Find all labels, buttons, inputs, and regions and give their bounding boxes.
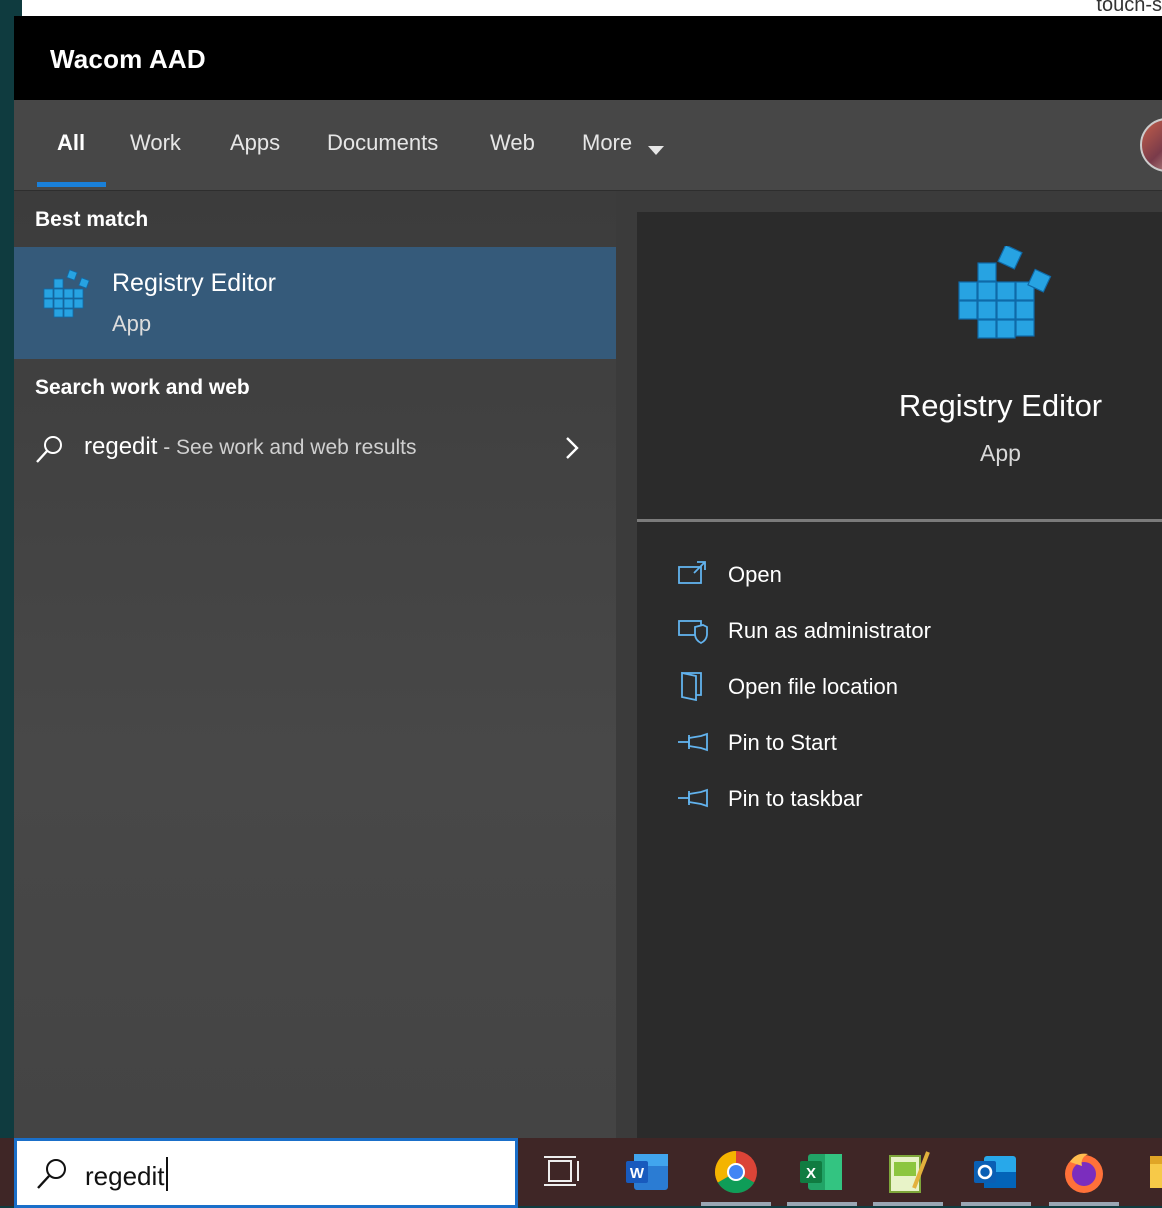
chrome-icon[interactable] bbox=[712, 1148, 760, 1196]
best-match-title: Registry Editor bbox=[112, 269, 276, 297]
results-list: Best match Registry Editor App Search wo… bbox=[14, 191, 616, 1138]
action-pin-to-taskbar-label: Pin to taskbar bbox=[728, 786, 863, 811]
org-title: Wacom AAD bbox=[50, 44, 206, 74]
running-indicator bbox=[787, 1202, 857, 1206]
background-window bbox=[0, 0, 1162, 16]
pin-icon bbox=[678, 732, 708, 752]
chevron-down-icon bbox=[648, 146, 664, 155]
best-match-subtitle: App bbox=[112, 311, 152, 336]
action-pin-to-start[interactable]: Pin to Start bbox=[677, 723, 1137, 763]
running-indicator bbox=[961, 1202, 1031, 1206]
action-run-as-admin[interactable]: Run as administrator bbox=[677, 611, 1137, 651]
notepad-icon[interactable] bbox=[884, 1148, 932, 1196]
preview-pane: Registry Editor App Open Run as administ… bbox=[637, 212, 1162, 1138]
folder-icon bbox=[681, 671, 702, 701]
taskbar-search-box[interactable]: regedit bbox=[14, 1138, 518, 1208]
start-search-panel: Wacom AAD All Work Apps Documents Web Mo… bbox=[14, 16, 1162, 1138]
best-match-label: Best match bbox=[35, 208, 149, 231]
task-view-icon[interactable] bbox=[538, 1148, 586, 1196]
tab-more[interactable]: More bbox=[582, 130, 632, 156]
action-open[interactable]: Open bbox=[677, 555, 1137, 595]
desktop-edge bbox=[0, 0, 22, 16]
action-run-as-admin-label: Run as administrator bbox=[728, 618, 931, 643]
search-web-hint: - See work and web results bbox=[157, 436, 417, 459]
action-open-file-location-label: Open file location bbox=[728, 674, 898, 699]
running-indicator bbox=[1049, 1202, 1119, 1206]
tab-apps[interactable]: Apps bbox=[230, 130, 280, 156]
panel-header: Wacom AAD bbox=[14, 16, 1162, 100]
search-web-result[interactable]: regedit - See work and web results bbox=[14, 421, 616, 477]
active-tab-indicator bbox=[37, 182, 106, 187]
action-pin-to-start-label: Pin to Start bbox=[728, 730, 837, 755]
excel-icon[interactable]: X bbox=[798, 1148, 846, 1196]
chevron-right-icon bbox=[566, 437, 579, 459]
open-icon bbox=[678, 561, 706, 584]
registry-cubes-icon bbox=[958, 246, 1052, 339]
pin-icon bbox=[678, 788, 708, 808]
search-input-value: regedit bbox=[85, 1161, 165, 1191]
background-window-text: touch-s bbox=[1096, 0, 1162, 16]
preview-subtitle: App bbox=[980, 440, 1021, 466]
search-input[interactable]: regedit bbox=[85, 1157, 168, 1192]
search-icon bbox=[36, 436, 62, 463]
registry-cubes-icon bbox=[43, 269, 90, 318]
search-web-label: Search work and web bbox=[35, 376, 250, 399]
shield-icon bbox=[678, 620, 708, 645]
tab-work[interactable]: Work bbox=[130, 130, 181, 156]
running-indicator bbox=[701, 1202, 771, 1206]
svg-text:W: W bbox=[630, 1165, 645, 1182]
tab-documents[interactable]: Documents bbox=[327, 130, 438, 156]
text-caret bbox=[165, 1157, 168, 1191]
action-open-file-location[interactable]: Open file location bbox=[677, 667, 1137, 707]
search-web-text: regedit - See work and web results bbox=[84, 433, 417, 461]
action-pin-to-taskbar[interactable]: Pin to taskbar bbox=[677, 779, 1137, 819]
search-tabs: All Work Apps Documents Web More bbox=[14, 100, 1162, 191]
desktop-edge bbox=[0, 16, 14, 1138]
tab-all[interactable]: All bbox=[57, 130, 85, 156]
divider bbox=[637, 519, 1162, 522]
tab-web[interactable]: Web bbox=[490, 130, 535, 156]
svg-text:X: X bbox=[806, 1165, 816, 1182]
search-web-query: regedit bbox=[84, 433, 158, 460]
firefox-icon[interactable] bbox=[1060, 1148, 1108, 1196]
search-icon bbox=[37, 1159, 66, 1189]
file-explorer-icon[interactable] bbox=[1146, 1148, 1162, 1196]
avatar[interactable] bbox=[1140, 118, 1162, 172]
preview-title: Registry Editor bbox=[898, 388, 1103, 423]
best-match-result[interactable]: Registry Editor App bbox=[14, 247, 616, 359]
word-icon[interactable]: W bbox=[624, 1148, 672, 1196]
running-indicator bbox=[873, 1202, 943, 1206]
action-open-label: Open bbox=[728, 562, 782, 587]
outlook-icon[interactable] bbox=[972, 1148, 1020, 1196]
